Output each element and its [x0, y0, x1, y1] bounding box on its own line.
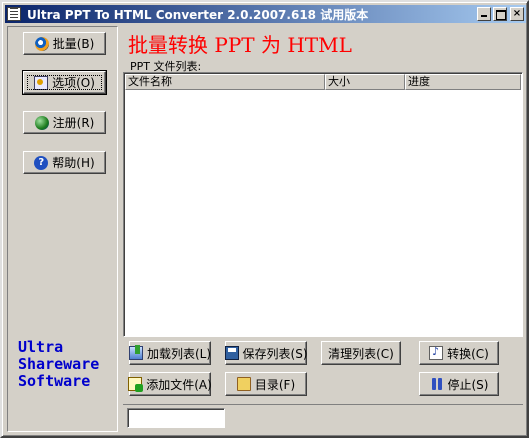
- close-button[interactable]: ×: [510, 7, 524, 21]
- help-icon: ?: [34, 155, 49, 170]
- batch-button[interactable]: 批量(B): [23, 32, 106, 55]
- convert-button[interactable]: 转换(C): [419, 341, 499, 365]
- minimize-button[interactable]: [477, 7, 491, 21]
- stop-button[interactable]: 停止(S): [419, 372, 499, 396]
- brand-text: Ultra Shareware Software: [18, 339, 99, 390]
- options-icon: [34, 75, 49, 90]
- register-button-label: 注册(R): [52, 116, 95, 130]
- file-list[interactable]: 文件名称 大小 进度: [123, 72, 523, 337]
- app-menu-icon[interactable]: [7, 7, 21, 21]
- window-title: Ultra PPT To HTML Converter 2.0.2007.618…: [27, 8, 369, 22]
- batch-icon: [34, 36, 49, 51]
- clear-list-label: 清理列表(C): [328, 346, 394, 361]
- save-list-icon: [224, 346, 239, 360]
- help-button[interactable]: ? 帮助(H): [23, 151, 106, 174]
- sidebar: 批量(B) 选项(O) 注册(R) ? 帮助(H) Ultra Sharewar…: [7, 26, 118, 432]
- register-icon: [34, 115, 49, 130]
- status-bar: [123, 404, 523, 432]
- clear-list-button[interactable]: 清理列表(C): [321, 341, 401, 365]
- load-list-button[interactable]: 加载列表(L): [128, 341, 212, 365]
- stop-label: 停止(S): [447, 377, 489, 392]
- page-title: 批量转换 PPT 为 HTML: [128, 33, 352, 57]
- status-field: [127, 408, 225, 428]
- register-button[interactable]: 注册(R): [23, 111, 106, 134]
- save-list-button[interactable]: 保存列表(S): [224, 341, 308, 365]
- directory-button[interactable]: 目录(F): [225, 372, 307, 396]
- folder-icon: [236, 377, 251, 391]
- convert-icon: [429, 345, 444, 360]
- help-button-label: 帮助(H): [52, 156, 95, 170]
- column-header-filename[interactable]: 文件名称: [125, 74, 325, 90]
- options-button-label: 选项(O): [52, 76, 95, 90]
- action-panel: 加载列表(L) 保存列表(S) 清理列表(C) 转换(C) 添加文件(A) 目录…: [123, 339, 523, 403]
- load-list-label: 加载列表(L): [146, 346, 212, 361]
- directory-label: 目录(F): [254, 377, 296, 392]
- brand-line: Shareware: [18, 355, 100, 373]
- title-bar[interactable]: Ultra PPT To HTML Converter 2.0.2007.618…: [5, 5, 526, 23]
- brand-line: Ultra: [18, 338, 64, 356]
- maximize-button[interactable]: [493, 7, 507, 21]
- save-list-label: 保存列表(S): [242, 346, 308, 361]
- convert-label: 转换(C): [447, 346, 489, 361]
- options-button[interactable]: 选项(O): [22, 70, 107, 95]
- file-list-header: 文件名称 大小 进度: [125, 74, 521, 90]
- add-file-button[interactable]: 添加文件(A): [128, 372, 212, 396]
- column-header-progress[interactable]: 进度: [405, 74, 521, 90]
- column-header-size[interactable]: 大小: [325, 74, 405, 90]
- app-window: Ultra PPT To HTML Converter 2.0.2007.618…: [0, 0, 529, 438]
- add-file-icon: [128, 377, 144, 392]
- load-list-icon: [128, 345, 143, 360]
- add-file-label: 添加文件(A): [146, 377, 212, 392]
- stop-icon: [430, 377, 444, 391]
- brand-line: Software: [18, 372, 91, 390]
- batch-button-label: 批量(B): [52, 37, 95, 51]
